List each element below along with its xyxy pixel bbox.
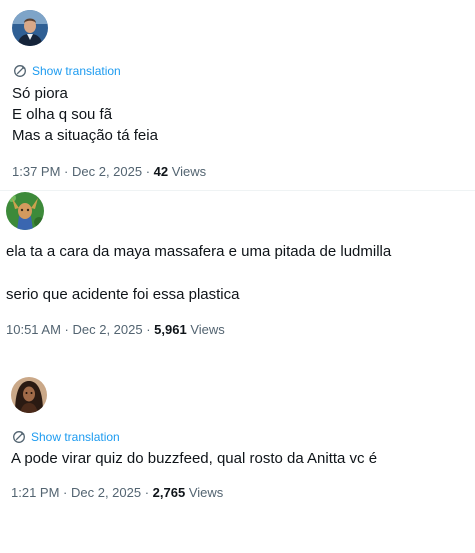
post-text-line: Mas a situação tá feia [12, 127, 158, 144]
meta-separator: · [60, 164, 72, 179]
views-label: Views [185, 485, 224, 500]
views-label: Views [168, 164, 207, 179]
post-text-line: ela ta a cara da maya massafera e uma pi… [6, 243, 392, 260]
post-text: A pode virar quiz do buzzfeed, qual rost… [11, 448, 377, 469]
post-text: serio que acidente foi essa plastica [6, 284, 239, 305]
post-time[interactable]: 10:51 AM [6, 322, 61, 337]
avatar[interactable] [12, 10, 48, 46]
post-date[interactable]: Dec 2, 2025 [72, 164, 142, 179]
views-count: 2,765 [152, 485, 186, 500]
post-meta: 1:21 PM · Dec 2, 2025 · 2,765 Views [11, 485, 223, 500]
post-text: ela ta a cara da maya massafera e uma pi… [6, 241, 391, 262]
show-translation-link[interactable]: Show translation [13, 64, 121, 78]
avatar[interactable] [6, 192, 44, 230]
meta-separator: · [142, 164, 154, 179]
post-time[interactable]: 1:37 PM [12, 164, 60, 179]
show-translation-link[interactable]: Show translation [12, 430, 120, 444]
post-text-line: Só piora [12, 85, 68, 102]
meta-separator: · [141, 485, 153, 500]
translate-icon [14, 65, 26, 77]
views-count: 42 [153, 164, 169, 179]
translate-icon [13, 431, 25, 443]
avatar-image [11, 377, 47, 413]
post-text: Só piora E olha q sou fã Mas a situação … [12, 83, 158, 146]
post-date[interactable]: Dec 2, 2025 [73, 322, 143, 337]
post-3: Show translation A pode virar quiz do bu… [0, 366, 475, 553]
views-count: 5,961 [154, 322, 187, 337]
show-translation-label: Show translation [32, 64, 121, 78]
meta-separator: · [60, 322, 73, 337]
avatar[interactable] [11, 377, 47, 413]
post-time[interactable]: 1:21 PM [11, 485, 59, 500]
views-label: Views [186, 322, 225, 337]
post-text-line: A pode virar quiz do buzzfeed, qual rost… [11, 450, 378, 467]
post-text-line: E olha q sou fã [12, 106, 113, 123]
avatar-image [12, 10, 48, 46]
post-2: ela ta a cara da maya massafera e uma pi… [0, 191, 475, 366]
post-meta: 1:37 PM · Dec 2, 2025 · 42 Views [12, 164, 206, 179]
post-meta: 10:51 AM · Dec 2, 2025 · 5,961 Views [6, 322, 225, 337]
avatar-image [6, 192, 44, 230]
post-text-line: serio que acidente foi essa plastica [6, 286, 240, 303]
post-date[interactable]: Dec 2, 2025 [71, 485, 141, 500]
post-1: Show translation Só piora E olha q sou f… [0, 0, 475, 190]
show-translation-label: Show translation [31, 430, 120, 444]
meta-separator: · [142, 322, 155, 337]
meta-separator: · [59, 485, 71, 500]
